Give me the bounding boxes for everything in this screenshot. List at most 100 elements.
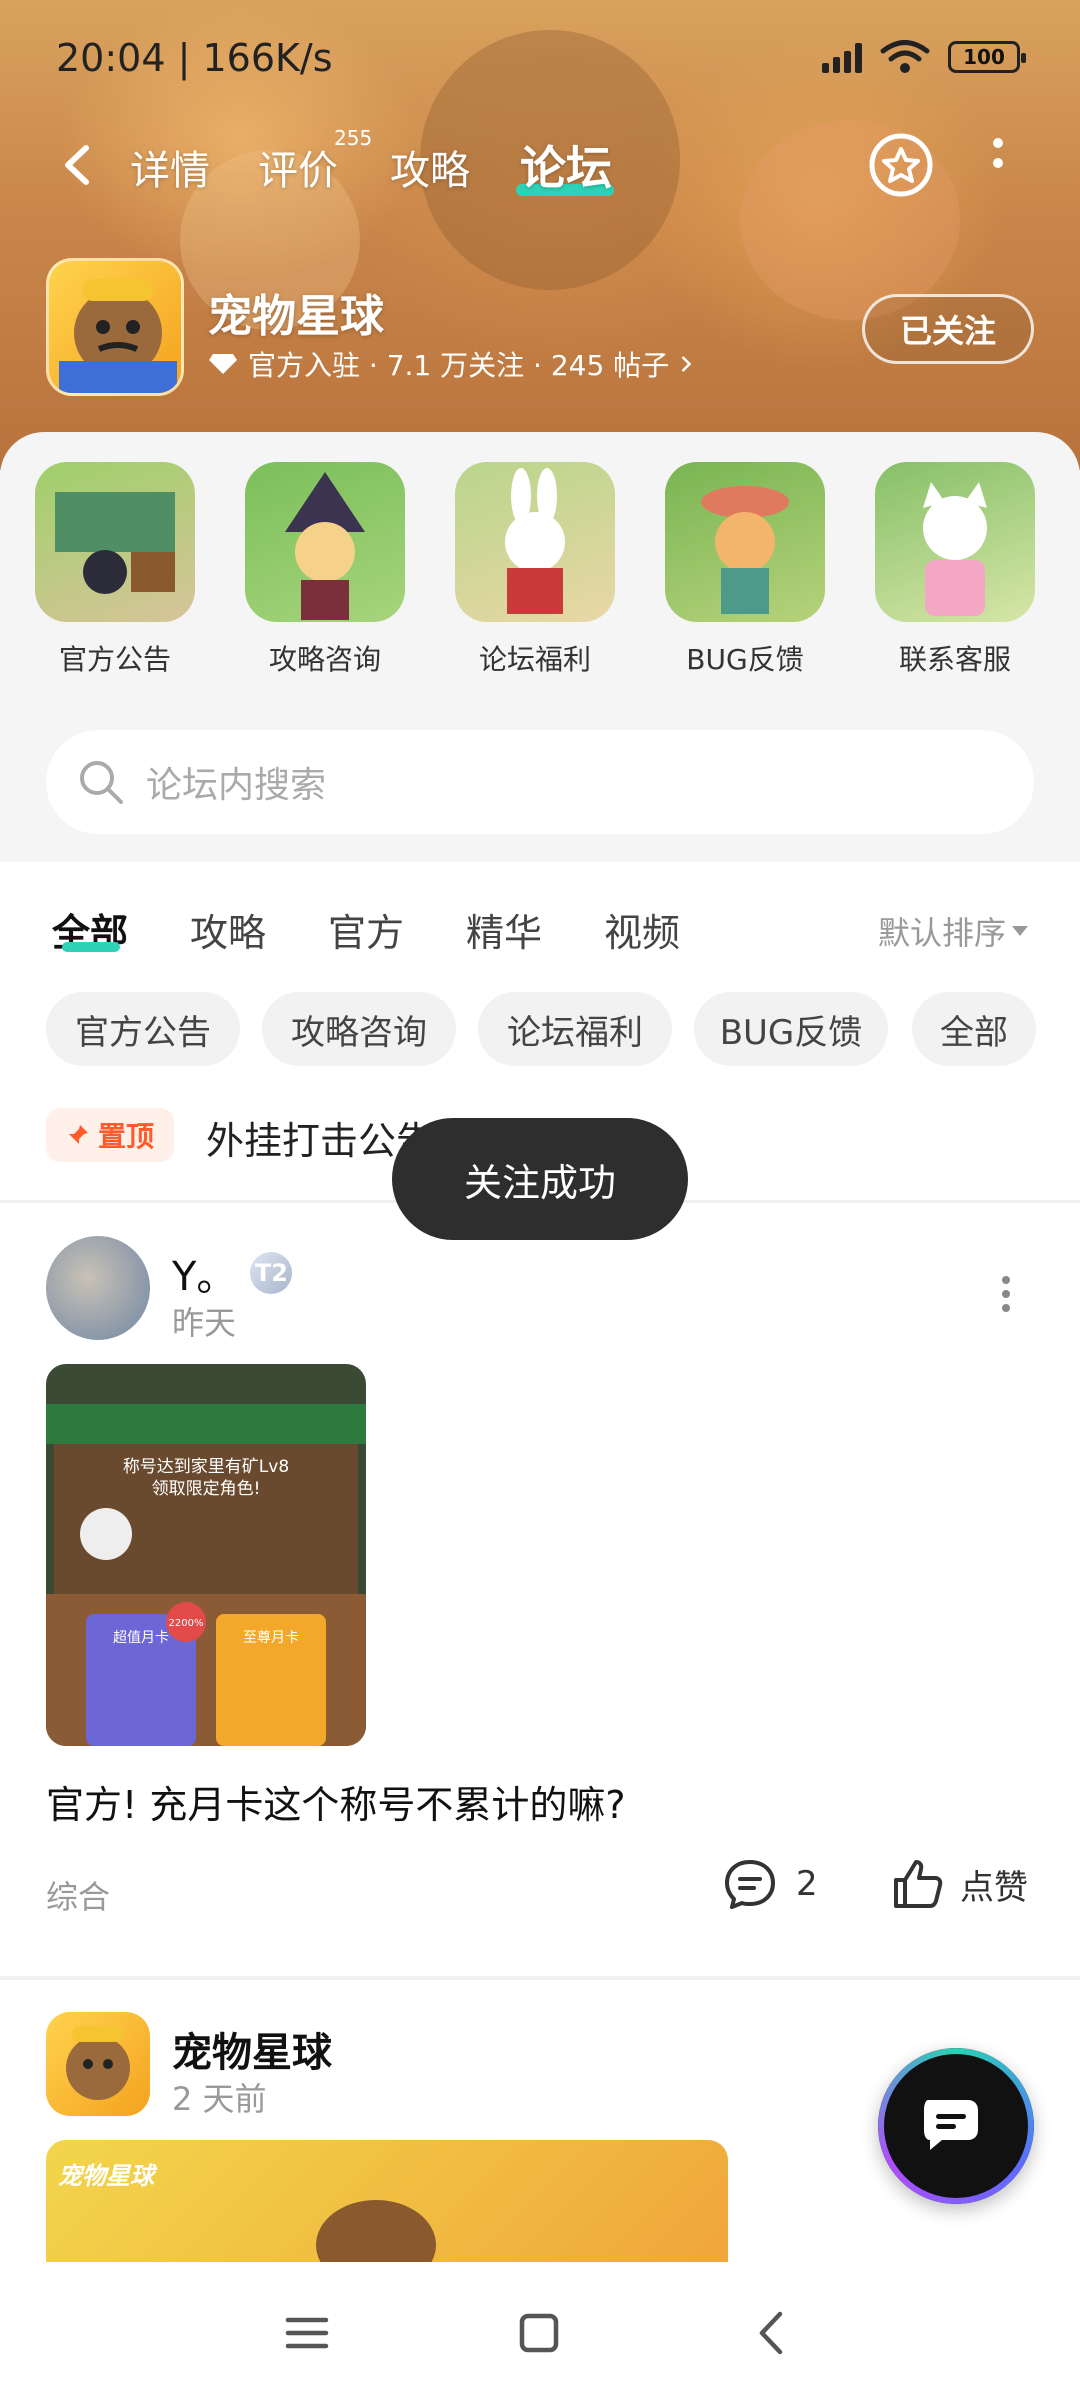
filter-tab-official[interactable]: 官方 — [328, 902, 404, 957]
favorite-button[interactable] — [868, 132, 934, 198]
image-card1-label: 超值月卡 — [113, 1630, 169, 1646]
support-thumbnail — [875, 462, 1035, 622]
game-icon — [46, 258, 184, 396]
avatar[interactable] — [46, 2012, 150, 2116]
menu-icon[interactable] — [282, 2308, 332, 2358]
quick-link-benefits[interactable]: 论坛福利 — [454, 462, 616, 678]
system-navigation-bar — [0, 2262, 1080, 2400]
pin-icon — [69, 1125, 88, 1144]
comment-count: 2 — [796, 1864, 818, 1904]
quick-link-label: 论坛福利 — [478, 643, 591, 676]
post-author[interactable]: Y。 T2 — [172, 1244, 293, 1302]
forum-search-bar[interactable]: 论坛内搜索 — [46, 730, 1034, 834]
comment-button[interactable]: 2 — [722, 1856, 818, 1912]
chip-bug-report[interactable]: BUG反馈 — [694, 992, 888, 1066]
author-name: Y。 — [172, 1254, 237, 1300]
status-icons: 100 — [822, 40, 1026, 74]
bug-report-thumbnail — [665, 462, 825, 622]
status-bar: 20:04 | 166K/s 100 — [0, 0, 1080, 120]
game-meta[interactable]: 官方入驻 · 7.1 万关注 · 245 帖子 — [208, 344, 693, 384]
dropdown-triangle-icon — [1012, 926, 1029, 936]
image-price-tag: 2200% — [169, 1618, 204, 1629]
post-filter-tabs: 全部 攻略 官方 精华 视频 默认排序 — [0, 862, 1080, 972]
quick-link-label: BUG反馈 — [686, 643, 804, 676]
banner-mascot-art — [316, 2200, 436, 2262]
guide-thumbnail — [245, 462, 405, 622]
like-button[interactable]: 点赞 — [890, 1856, 1028, 1912]
filter-tab-guides[interactable]: 攻略 — [190, 902, 266, 957]
quick-link-guides[interactable]: 攻略咨询 — [244, 462, 406, 678]
tab-details[interactable]: 详情 — [130, 138, 210, 196]
back-button[interactable] — [54, 140, 104, 190]
status-time: 20:04 | 166K/s — [56, 36, 333, 80]
quick-link-announcements[interactable]: 官方公告 — [34, 462, 196, 678]
divider — [0, 1976, 1080, 1980]
post-more-button[interactable] — [1000, 1276, 1012, 1316]
game-meta-text: 官方入驻 · 7.1 万关注 · 245 帖子 — [248, 349, 670, 382]
post-image-content: 称号达到家里有矿Lv8 领取限定角色! 超值月卡 至尊月卡 2200% — [46, 1364, 366, 1746]
signal-icon — [822, 41, 862, 73]
back-arrow-icon — [65, 145, 89, 185]
game-info: 宠物星球 官方入驻 · 7.1 万关注 · 245 帖子 已关注 — [0, 258, 1080, 398]
chevron-right-icon — [681, 356, 692, 372]
quick-link-label: 攻略咨询 — [268, 643, 381, 676]
benefit-thumbnail — [455, 462, 615, 622]
banner-logo: 宠物星球 — [58, 2162, 154, 2190]
topic-chips: 官方公告 攻略咨询 论坛福利 BUG反馈 全部 — [0, 992, 1080, 1072]
post-category[interactable]: 综合 — [46, 1872, 110, 1918]
toast-message: 关注成功 — [392, 1118, 688, 1240]
quick-link-support[interactable]: 联系客服 — [874, 462, 1036, 678]
post-author[interactable]: 宠物星球 — [172, 2020, 332, 2078]
quick-links: 官方公告 攻略咨询 论坛福利 BUG反馈 联系客服 — [0, 462, 1080, 682]
pinned-badge: 置顶 — [46, 1108, 175, 1162]
announcement-thumbnail — [35, 462, 195, 622]
search-placeholder: 论坛内搜索 — [146, 765, 327, 806]
game-header-banner: 20:04 | 166K/s 100 详情 评价 255 攻略 论坛 宠物星球 … — [0, 0, 1080, 470]
comment-icon — [725, 1860, 775, 1909]
tab-forum[interactable]: 论坛 — [520, 132, 612, 198]
tab-guides[interactable]: 攻略 — [390, 138, 470, 196]
forum-top-sheet: 官方公告 攻略咨询 论坛福利 BUG反馈 联系客服 论坛内搜索 — [0, 432, 1080, 862]
chip-all[interactable]: 全部 — [912, 992, 1036, 1066]
post-time: 昨天 — [172, 1304, 237, 1342]
image-promo-line1: 称号达到家里有矿Lv8 — [123, 1457, 289, 1477]
pinned-badge-label: 置顶 — [98, 1120, 155, 1153]
image-card2-label: 至尊月卡 — [243, 1629, 299, 1646]
page: 20:04 | 166K/s 100 详情 评价 255 攻略 论坛 宠物星球 … — [0, 0, 1080, 2400]
image-promo-line2: 领取限定角色! — [152, 1479, 261, 1499]
star-icon — [869, 133, 933, 197]
follow-button[interactable]: 已关注 — [862, 294, 1034, 364]
level-badge-icon: T2 — [250, 1252, 293, 1294]
avatar[interactable] — [46, 1236, 150, 1340]
wifi-icon — [880, 40, 930, 74]
like-label: 点赞 — [960, 1867, 1028, 1908]
author-name: 宠物星球 — [172, 2030, 332, 2076]
chip-announcements[interactable]: 官方公告 — [46, 992, 240, 1066]
more-menu-button[interactable] — [986, 138, 1010, 194]
quick-link-label: 联系客服 — [898, 643, 1011, 676]
post-card[interactable]: Y。 T2 昨天 称号达到家里有矿Lv8 领取限定角色! 超值月卡 至尊月卡 2… — [0, 1236, 1080, 1976]
post-banner-image[interactable]: 宠物星球 — [46, 2140, 728, 2262]
home-icon[interactable] — [514, 2308, 564, 2358]
battery-icon: 100 — [948, 41, 1026, 73]
chip-benefits[interactable]: 论坛福利 — [478, 992, 672, 1066]
game-name: 宠物星球 — [208, 291, 384, 342]
chat-bubble-icon — [924, 2100, 978, 2150]
quick-link-bug-report[interactable]: BUG反馈 — [664, 462, 826, 678]
post-time: 2 天前 — [172, 2080, 267, 2118]
filter-tab-videos[interactable]: 视频 — [604, 902, 680, 957]
diamond-icon — [209, 354, 237, 374]
top-nav: 详情 评价 255 攻略 论坛 — [0, 120, 1080, 210]
sort-label: 默认排序 — [878, 914, 1007, 952]
post-title[interactable]: 官方! 充月卡这个称号不累计的嘛? — [46, 1774, 625, 1829]
chat-fab-button[interactable] — [878, 2048, 1034, 2204]
back-nav-icon[interactable] — [748, 2308, 798, 2358]
thumbs-up-icon — [894, 1860, 943, 1908]
tab-reviews[interactable]: 评价 — [258, 138, 338, 196]
filter-tab-indicator — [62, 942, 120, 952]
filter-tab-featured[interactable]: 精华 — [466, 902, 542, 957]
sort-dropdown[interactable]: 默认排序 — [878, 908, 1029, 954]
post-image[interactable]: 称号达到家里有矿Lv8 领取限定角色! 超值月卡 至尊月卡 2200% — [46, 1364, 366, 1746]
quick-link-label: 官方公告 — [58, 643, 171, 676]
chip-guides[interactable]: 攻略咨询 — [262, 992, 456, 1066]
